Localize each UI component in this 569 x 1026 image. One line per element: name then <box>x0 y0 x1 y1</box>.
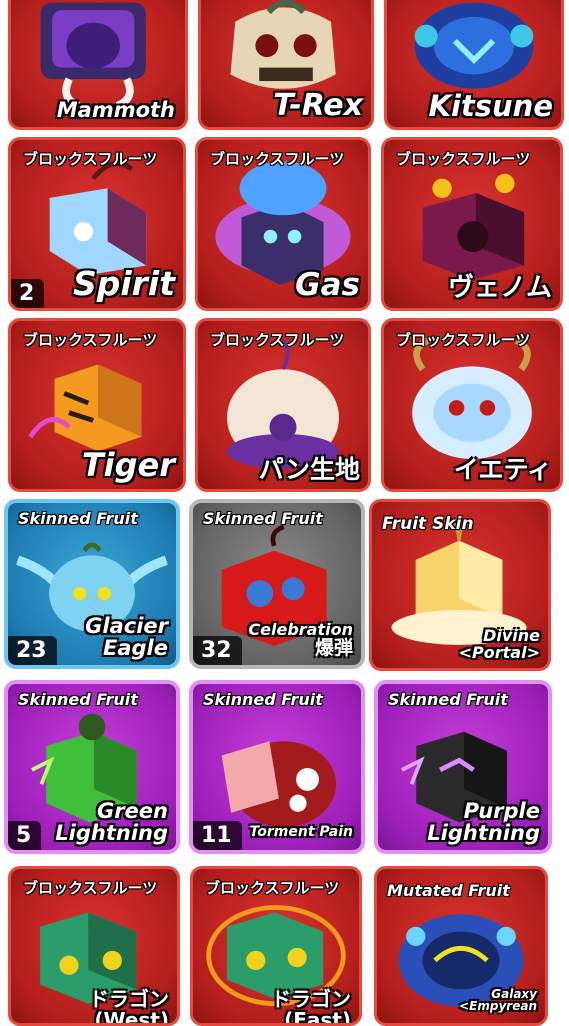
quantity-badge: 11 <box>193 821 242 850</box>
fruit-name: Mammoth <box>56 97 175 122</box>
fruit-name: Gas <box>295 267 360 304</box>
fruit-tag: ブロックスフルーツ <box>23 879 158 897</box>
fruit-name: ドラゴン (West) <box>89 987 169 1026</box>
fruit-card-celebration-bomb[interactable]: Skinned Fruit Celebration 爆弾 32 <box>189 499 365 669</box>
fruit-card-kitsune[interactable]: Kitsune <box>384 0 564 130</box>
fruit-name: Galaxy <Empyrean <box>459 986 537 1014</box>
fruit-card-divine-portal[interactable]: Fruit Skin Divine <Portal> <box>369 499 551 671</box>
fruit-card-tiger[interactable]: ブロックスフルーツ Tiger <box>8 318 186 492</box>
fruit-card-yeti[interactable]: ブロックスフルーツ イエティ <box>381 318 563 492</box>
fruit-name: Spirit <box>72 264 175 304</box>
fruit-name: Glacier Eagle <box>85 613 168 660</box>
inventory-row-6: ブロックスフルーツ ドラゴン (West) ブロックスフルーツ ドラゴン (Ea… <box>0 866 569 1026</box>
fruit-card-spirit[interactable]: ブロックスフルーツ Spirit 2 <box>8 137 186 311</box>
fruit-card-mammoth[interactable]: Mammoth <box>8 0 188 130</box>
fruit-card-purple-lightning[interactable]: Skinned Fruit Purple Lightning <box>374 680 552 854</box>
fruit-tag: Skinned Fruit <box>203 690 323 709</box>
inventory-row-4: Skinned Fruit Glacier Eagle 23 Skinned F… <box>0 497 569 675</box>
fruit-name: ヴェノム <box>447 272 552 303</box>
fruit-tag: ブロックスフルーツ <box>210 331 345 349</box>
fruit-name: Tiger <box>81 446 175 485</box>
fruit-card-dragon-east[interactable]: ブロックスフルーツ ドラゴン (East) <box>190 866 362 1026</box>
fruit-name: Celebration 爆弾 <box>248 620 353 660</box>
fruit-card-green-lightning[interactable]: Skinned Fruit Green Lightning 5 <box>4 680 180 854</box>
fruit-tag: ブロックスフルーツ <box>23 150 158 168</box>
fruit-tag: Skinned Fruit <box>203 509 323 528</box>
fruit-name: Kitsune <box>428 88 554 123</box>
fruit-card-galaxy-empyrean[interactable]: Mutated Fruit Galaxy <Empyrean <box>374 866 548 1026</box>
fruit-card-glacier-eagle[interactable]: Skinned Fruit Glacier Eagle 23 <box>4 499 180 669</box>
quantity-badge: 32 <box>193 636 242 665</box>
fruit-card-dough[interactable]: ブロックスフルーツ パン生地 <box>195 318 371 492</box>
fruit-tag: Skinned Fruit <box>388 690 508 709</box>
fruit-card-trex[interactable]: T-Rex <box>198 0 374 130</box>
fruit-name: ドラゴン (East) <box>271 987 351 1026</box>
fruit-tag: ブロックスフルーツ <box>210 150 345 168</box>
fruit-name: Green Lightning <box>55 798 168 845</box>
fruit-name: イエティ <box>453 454 552 484</box>
fruit-card-venom[interactable]: ブロックスフルーツ ヴェノム <box>381 137 563 311</box>
fruit-tag: Skinned Fruit <box>18 509 138 528</box>
fruit-tag: ブロックスフルーツ <box>23 331 158 349</box>
fruit-card-gas[interactable]: ブロックスフルーツ Gas <box>195 137 371 311</box>
quantity-badge: 5 <box>8 821 42 850</box>
fruit-name: Divine <Portal> <box>458 626 540 663</box>
fruit-tag: Mutated Fruit <box>387 881 510 900</box>
inventory-row-3: ブロックスフルーツ Tiger ブロックスフルーツ パン生地 ブロックスフルーツ… <box>0 318 569 496</box>
fruit-tag: ブロックスフルーツ <box>396 331 531 349</box>
quantity-badge: 2 <box>11 279 45 308</box>
fruit-tag: ブロックスフルーツ <box>396 150 531 168</box>
fruit-name: パン生地 <box>258 454 360 484</box>
fruit-tag: Skinned Fruit <box>18 690 138 709</box>
fruit-card-dragon-west[interactable]: ブロックスフルーツ ドラゴン (West) <box>8 866 180 1026</box>
inventory-row-1: Mammoth T-Rex Kitsune <box>0 0 569 135</box>
quantity-badge: 23 <box>8 636 57 665</box>
fruit-name: Torment Pain <box>249 824 353 841</box>
fruit-name: Purple Lightning <box>427 798 540 845</box>
fruit-tag: Fruit Skin <box>382 514 474 534</box>
inventory-row-5: Skinned Fruit Green Lightning 5 Skinned … <box>0 676 569 858</box>
fruit-card-torment-pain[interactable]: Skinned Fruit Torment Pain 11 <box>189 680 365 854</box>
fruit-name: T-Rex <box>273 87 363 123</box>
fruit-tag: ブロックスフルーツ <box>205 879 340 897</box>
inventory-row-2: ブロックスフルーツ Spirit 2 ブロックスフルーツ Gas ブロックスフル… <box>0 137 569 315</box>
